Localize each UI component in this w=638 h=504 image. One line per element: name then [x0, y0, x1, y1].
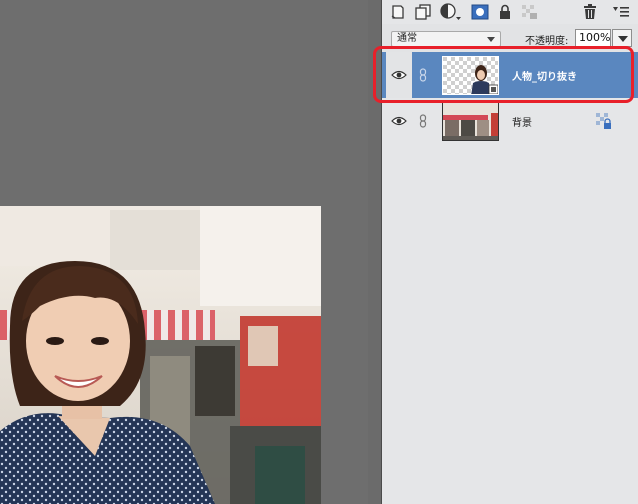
document-photo	[0, 206, 321, 504]
panel-menu-icon[interactable]	[611, 2, 631, 22]
layers-panel: 通常 不透明度: 100% 人物_切り抜き 背景	[382, 0, 638, 504]
chevron-down-icon	[618, 36, 628, 42]
visibility-eye-icon[interactable]	[386, 98, 412, 144]
layer-name: 背景	[512, 118, 532, 129]
layers-toolbar	[382, 0, 638, 24]
layer-thumbnail	[442, 56, 499, 95]
lock-transparency-icon[interactable]	[595, 112, 613, 130]
layer-row-person-cutout[interactable]: 人物_切り抜き	[382, 52, 638, 98]
link-icon[interactable]	[416, 52, 430, 98]
chevron-down-icon	[487, 37, 495, 42]
new-layer-icon[interactable]	[388, 2, 408, 22]
layer-mask-icon[interactable]	[470, 2, 490, 22]
opacity-dropdown-button[interactable]	[612, 29, 632, 47]
duplicate-layer-icon[interactable]	[413, 2, 433, 22]
layer-row-background[interactable]: 背景	[382, 98, 638, 144]
layer-name: 人物_切り抜き	[512, 72, 577, 83]
trash-icon[interactable]	[580, 2, 600, 22]
blend-mode-value: 通常	[397, 33, 417, 44]
opacity-input[interactable]: 100%	[575, 29, 611, 47]
layer-thumbnail	[442, 102, 499, 141]
lock-icon[interactable]	[495, 2, 515, 22]
document-canvas[interactable]	[0, 0, 368, 504]
link-icon[interactable]	[416, 98, 430, 144]
adjustment-layer-icon[interactable]	[438, 2, 464, 22]
opacity-label: 不透明度:	[525, 36, 569, 47]
lock-transparency-icon[interactable]	[520, 2, 540, 22]
blend-mode-select[interactable]: 通常	[391, 31, 501, 47]
layer-options-bar: 通常 不透明度: 100%	[382, 24, 638, 52]
opacity-value: 100%	[579, 31, 611, 44]
visibility-eye-icon[interactable]	[386, 52, 412, 98]
panel-divider[interactable]	[368, 0, 382, 504]
